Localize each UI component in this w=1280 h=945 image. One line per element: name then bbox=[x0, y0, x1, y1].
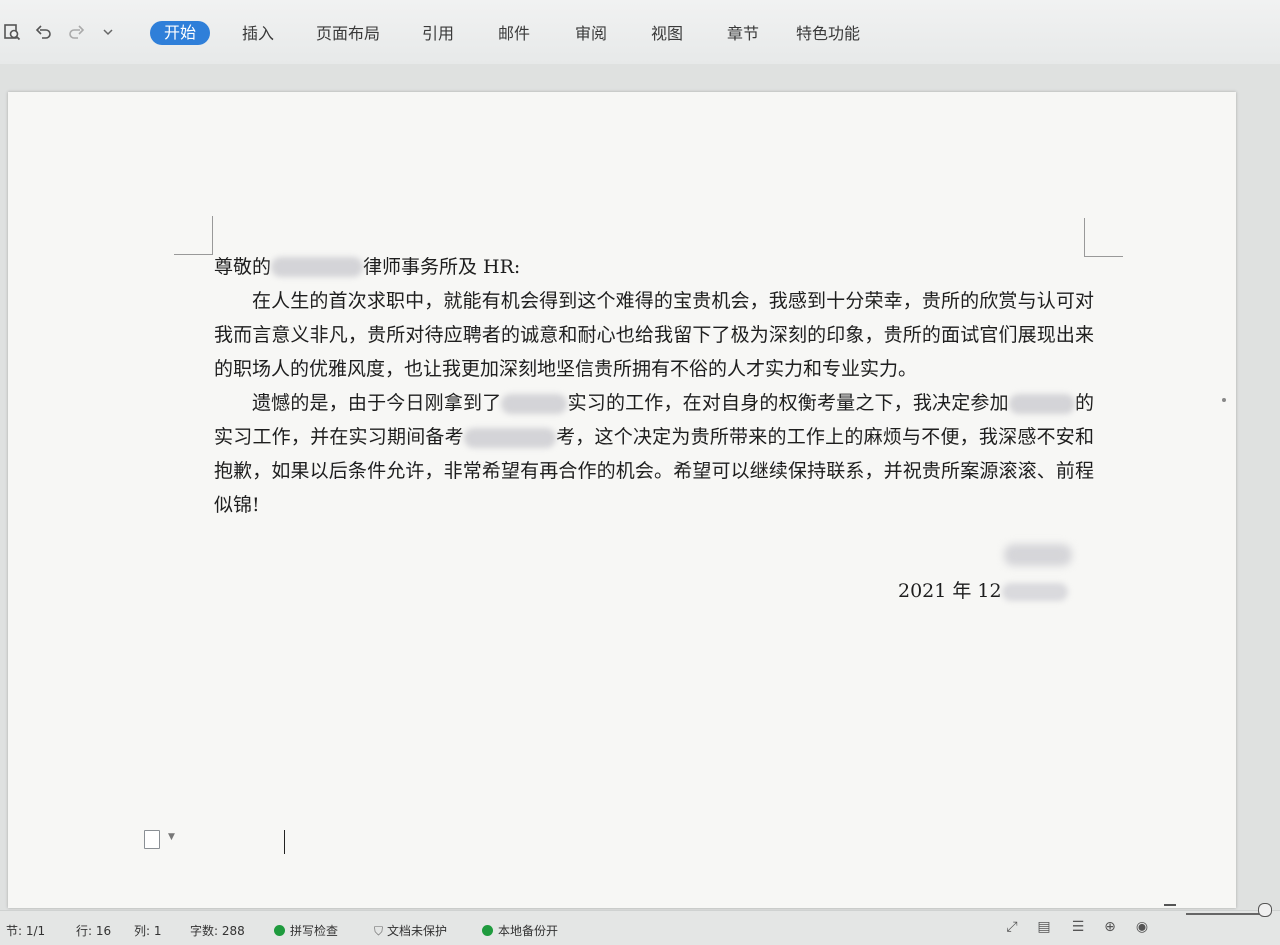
local-backup-button[interactable]: 本地备份开 bbox=[482, 922, 558, 939]
tab-insert[interactable]: 插入 bbox=[232, 22, 284, 46]
status-section[interactable]: 节: 1/1 bbox=[6, 922, 45, 939]
paragraph-1: 在人生的首次求职中，就能有机会得到这个难得的宝贵机会，我感到十分荣幸，贵所的欣赏… bbox=[214, 290, 1094, 380]
tab-review[interactable]: 审阅 bbox=[565, 22, 617, 46]
spell-check-label: 拼写检查 bbox=[290, 924, 339, 938]
doc-protect-button[interactable]: ⛉ 文档未保护 bbox=[374, 922, 447, 939]
zoom-out-button[interactable] bbox=[1164, 904, 1176, 906]
eye-protect-icon[interactable]: ◉ bbox=[1132, 917, 1152, 937]
tab-page-layout[interactable]: 页面布局 bbox=[306, 22, 390, 46]
tab-references[interactable]: 引用 bbox=[412, 22, 464, 46]
shield-icon: ⛉ bbox=[374, 924, 384, 938]
chevron-down-icon[interactable]: ▼ bbox=[168, 832, 175, 842]
undo-icon[interactable] bbox=[32, 20, 56, 44]
redacted-exam bbox=[463, 428, 556, 448]
doc-protect-label: 文档未保护 bbox=[387, 924, 448, 938]
local-backup-label: 本地备份开 bbox=[498, 924, 559, 938]
margin-mark-top-left bbox=[174, 216, 213, 255]
outline-view-icon[interactable]: ☰ bbox=[1068, 917, 1088, 937]
zoom-slider-knob[interactable] bbox=[1258, 903, 1272, 917]
check-icon bbox=[274, 925, 285, 936]
date-text: 2021 年 12 bbox=[898, 580, 1002, 602]
greeting-suffix: 律师事务所及 HR: bbox=[363, 256, 521, 278]
greeting-prefix: 尊敬的 bbox=[214, 256, 272, 278]
document-icon[interactable] bbox=[144, 830, 160, 849]
document-page[interactable]: 尊敬的 律师事务所及 HR: 在人生的首次求职中，就能有机会得到这个难得的宝贵机… bbox=[8, 92, 1236, 908]
customize-icon[interactable] bbox=[96, 20, 120, 44]
ribbon-menubar: 开始 插入 页面布局 引用 邮件 审阅 视图 章节 特色功能 bbox=[0, 0, 1280, 65]
fullscreen-icon[interactable]: ⤢ bbox=[1002, 917, 1022, 937]
paragraph-2-part-a: 遗憾的是，由于今日刚拿到了 bbox=[252, 392, 502, 414]
status-line[interactable]: 行: 16 bbox=[76, 922, 111, 939]
greeting-line: 尊敬的 律师事务所及 HR: bbox=[214, 250, 1094, 284]
tab-view[interactable]: 视图 bbox=[641, 22, 693, 46]
redacted-firm-name bbox=[271, 257, 364, 277]
page-view-icon[interactable]: ▤ bbox=[1034, 917, 1054, 937]
paragraph-2-part-b: 实习的工作，在对自身的权衡考量之下，我决定参加 bbox=[567, 392, 1009, 414]
status-bar: 节: 1/1 行: 16 列: 1 字数: 288 拼写检查 ⛉ 文档未保护 本地… bbox=[0, 910, 1280, 945]
tab-section[interactable]: 章节 bbox=[717, 22, 769, 46]
redacted-signature bbox=[1004, 544, 1072, 566]
status-column[interactable]: 列: 1 bbox=[134, 922, 162, 939]
letter-date: 2021 年 12 bbox=[898, 576, 1068, 603]
tab-features[interactable]: 特色功能 bbox=[786, 22, 870, 46]
tab-home[interactable]: 开始 bbox=[150, 21, 211, 45]
text-cursor bbox=[284, 830, 285, 854]
zoom-slider[interactable] bbox=[1186, 913, 1270, 915]
backup-icon bbox=[482, 925, 493, 936]
redo-icon[interactable] bbox=[64, 20, 88, 44]
page-dot bbox=[1222, 398, 1226, 402]
redacted-company-2 bbox=[1008, 394, 1075, 414]
redacted-company-1 bbox=[501, 394, 568, 414]
spell-check-button[interactable]: 拼写检查 bbox=[274, 922, 338, 939]
tab-mailings[interactable]: 邮件 bbox=[488, 22, 540, 46]
print-preview-icon[interactable] bbox=[0, 20, 24, 44]
redacted-date-rest bbox=[1001, 583, 1068, 601]
paragraph-2: 遗憾的是，由于今日刚拿到了 实习的工作，在对自身的权衡考量之下，我决定参加 的实习工… bbox=[214, 386, 1094, 522]
status-word-count[interactable]: 字数: 288 bbox=[190, 922, 245, 939]
letter-body[interactable]: 尊敬的 律师事务所及 HR: 在人生的首次求职中，就能有机会得到这个难得的宝贵机… bbox=[214, 250, 1094, 522]
web-view-icon[interactable]: ⊕ bbox=[1100, 917, 1120, 937]
